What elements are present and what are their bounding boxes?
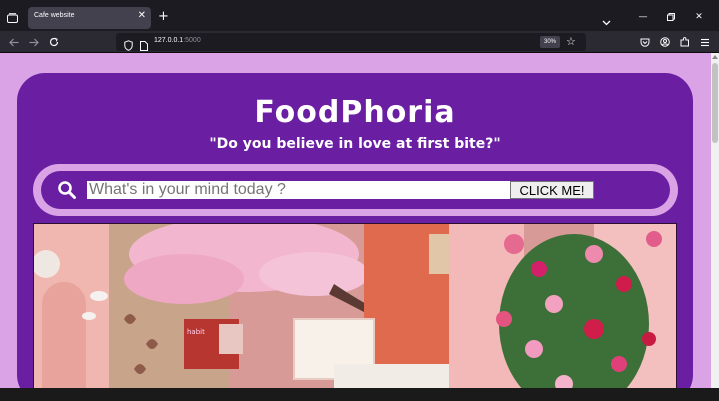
- back-arrow-icon[interactable]: [7, 35, 21, 49]
- browser-window: Cafe website ✕ + — ✕ 127.0.0.1:5000 30% …: [0, 0, 719, 401]
- pocket-icon[interactable]: [638, 35, 652, 49]
- search-icon[interactable]: [57, 180, 77, 200]
- site-tagline: "Do you believe in love at first bite?": [209, 136, 501, 152]
- reload-icon[interactable]: [47, 35, 61, 49]
- page-viewport: FoodPhoria "Do you believe in love at fi…: [0, 53, 711, 388]
- search-input[interactable]: [87, 181, 510, 199]
- tab-bar: Cafe website ✕ + — ✕: [0, 4, 719, 31]
- cafe-interior-photo: habit: [34, 224, 676, 388]
- minimize-icon[interactable]: —: [629, 9, 657, 25]
- os-taskbar: [0, 388, 719, 401]
- star-icon[interactable]: ☆: [566, 35, 576, 48]
- url-text: 127.0.0.1:5000: [154, 37, 201, 44]
- zoom-badge[interactable]: 30%: [540, 36, 561, 48]
- account-icon[interactable]: [658, 35, 672, 49]
- hamburger-menu-icon[interactable]: [698, 35, 712, 49]
- close-icon[interactable]: ✕: [138, 10, 146, 21]
- url-port: :5000: [183, 37, 201, 44]
- scroll-up-icon[interactable]: [712, 55, 718, 59]
- tab-title: Cafe website: [34, 12, 75, 19]
- cafe-hero-image: habit: [33, 223, 677, 388]
- url-bar[interactable]: 127.0.0.1:5000 30% ☆: [116, 33, 586, 51]
- window-controls: — ✕: [629, 9, 713, 25]
- forward-arrow-icon[interactable]: [27, 35, 41, 49]
- chevron-down-icon[interactable]: [602, 11, 611, 30]
- extensions-icon[interactable]: [678, 35, 692, 49]
- search-submit-button[interactable]: CLICK ME!: [510, 181, 594, 199]
- svg-text:habit: habit: [187, 328, 205, 336]
- nav-bar: 127.0.0.1:5000 30% ☆: [0, 31, 719, 53]
- url-host: 127.0.0.1: [154, 37, 184, 44]
- hero-card: FoodPhoria "Do you believe in love at fi…: [17, 73, 693, 388]
- tab-overview-icon[interactable]: [4, 10, 20, 26]
- search-bar: CLICK ME!: [33, 164, 678, 216]
- page-scrollbar[interactable]: [711, 53, 719, 388]
- tab-cafe-website[interactable]: Cafe website ✕: [28, 7, 151, 29]
- restore-icon[interactable]: [657, 9, 685, 25]
- search-bar-inner: CLICK ME!: [41, 171, 670, 209]
- scrollbar-thumb[interactable]: [712, 63, 718, 143]
- new-tab-plus-icon[interactable]: +: [158, 10, 169, 24]
- close-window-icon[interactable]: ✕: [685, 9, 713, 25]
- site-title: FoodPhoria: [254, 95, 456, 130]
